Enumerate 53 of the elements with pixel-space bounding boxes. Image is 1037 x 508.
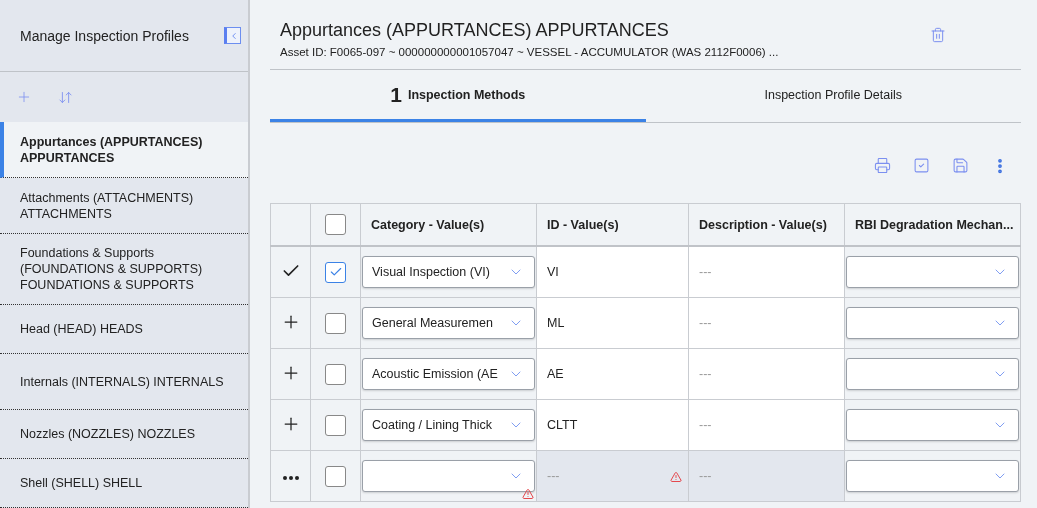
sidebar-item[interactable]: Nozzles (NOZZLES) NOZZLES <box>0 410 248 459</box>
table-cell: --- <box>699 265 712 279</box>
more-icon <box>282 476 299 480</box>
table-cell: --- <box>699 367 712 381</box>
column-header: Description - Value(s) <box>688 203 845 246</box>
sidebar-item[interactable]: Head (HEAD) HEADS <box>0 305 248 354</box>
delete-icon[interactable] <box>930 26 946 43</box>
page-title: Appurtances (APPURTANCES) APPURTANCES <box>280 19 670 41</box>
row-checkbox[interactable] <box>325 312 346 334</box>
row-checkbox[interactable] <box>325 414 346 436</box>
table-cell: AE <box>547 367 564 381</box>
print-icon[interactable] <box>874 157 891 174</box>
rbi-dropdown[interactable] <box>846 256 1019 288</box>
sort-icon[interactable] <box>58 89 73 105</box>
sidebar-item[interactable]: Internals (INTERNALS) INTERNALS <box>0 354 248 410</box>
select-all-checkbox[interactable] <box>325 214 346 235</box>
sidebar-item[interactable]: Appurtances (APPURTANCES) APPURTANCES <box>0 122 248 178</box>
tab[interactable]: 1 Inspection Methods <box>270 70 646 122</box>
column-header: RBI Degradation Mechan... <box>844 203 1021 246</box>
table-cell: --- <box>699 469 712 483</box>
asset-id: Asset ID: F0065-097 ~ 000000000001057047 ~ VESSEL - ACCUMULATOR (WAS 2112F0006) ... <box>280 45 779 58</box>
category-dropdown[interactable]: Acoustic Emission (AE <box>362 358 535 390</box>
row-checkbox[interactable] <box>325 261 346 283</box>
checkbox-icon[interactable] <box>913 157 930 174</box>
collapse-button[interactable] <box>224 27 241 44</box>
checkmark-icon <box>328 265 343 279</box>
table-cell: --- <box>699 418 712 432</box>
add-icon[interactable] <box>16 89 32 105</box>
sidebar-item[interactable]: Foundations & Supports (FOUNDATIONS & SUPPORTS) FOUNDATIONS & SUPPORTS <box>0 234 248 305</box>
save-icon[interactable] <box>952 157 969 174</box>
category-dropdown[interactable]: Visual Inspection (VI) <box>362 256 535 288</box>
column-header: ID - Value(s) <box>536 203 689 246</box>
table-cell: ML <box>547 316 565 330</box>
table-cell: VI <box>547 265 559 279</box>
table-cell: CLTT <box>547 418 578 432</box>
sidebar-title: Manage Inspection Profiles <box>20 27 189 44</box>
column-header: Category - Value(s) <box>360 203 537 246</box>
category-dropdown[interactable]: General Measuremen <box>362 307 535 339</box>
table-cell: --- <box>699 316 712 330</box>
category-dropdown[interactable] <box>362 460 535 492</box>
rbi-dropdown[interactable] <box>846 358 1019 390</box>
rbi-dropdown[interactable] <box>846 307 1019 339</box>
rbi-dropdown[interactable] <box>846 460 1019 492</box>
table-cell: --- <box>547 469 560 483</box>
sidebar-item[interactable]: Attachments (ATTACHMENTS) ATTACHMENTS <box>0 178 248 234</box>
rbi-dropdown[interactable] <box>846 409 1019 441</box>
warning-icon <box>522 488 534 500</box>
tab[interactable]: Inspection Profile Details <box>645 70 1021 122</box>
sidebar-item[interactable]: Shell (SHELL) SHELL <box>0 459 248 508</box>
warning-icon <box>670 471 682 483</box>
row-checkbox[interactable] <box>325 363 346 385</box>
category-dropdown[interactable]: Coating / Lining Thick <box>362 409 535 441</box>
row-checkbox[interactable] <box>325 465 346 487</box>
